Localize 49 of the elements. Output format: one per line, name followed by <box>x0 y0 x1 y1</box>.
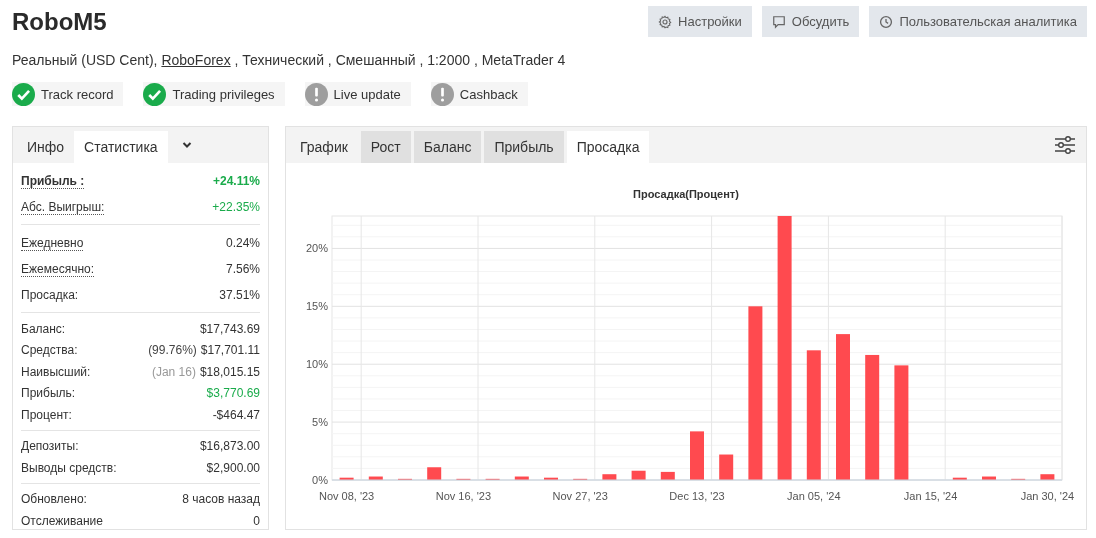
stat-label: Просадка: <box>21 288 79 302</box>
stat-value: $16,873.00 <box>199 439 260 454</box>
stat-value: 37.51% <box>219 288 260 302</box>
stat-label: Процент: <box>21 407 72 422</box>
status-badge: Live update <box>304 82 411 106</box>
stat-label: Прибыль : <box>21 173 85 189</box>
stat-value: $17,743.69 <box>199 321 260 336</box>
status-badge: Trading privileges <box>143 82 285 106</box>
stat-value: -$464.47 <box>212 407 260 422</box>
stat-label: Депозиты: <box>21 439 79 454</box>
x-axis-label: Nov 08, '23 <box>318 490 375 502</box>
y-axis-label: 0% <box>312 474 328 486</box>
stat-value: 0 <box>253 513 260 528</box>
stat-value: $17,701.11 <box>200 343 260 358</box>
stat-value: +24.11% <box>212 174 260 188</box>
stat-value: +22.35% <box>212 200 260 214</box>
stat-label: Абс. Выигрыш: <box>21 199 105 215</box>
stat-value: $3,770.69 <box>206 386 260 401</box>
stat-note: (Jan 16) <box>151 364 196 379</box>
stat-label: Отслеживание <box>21 513 103 528</box>
stat-value: 8 часов назад <box>182 492 260 507</box>
stat-value: $18,015.15 <box>199 364 260 379</box>
y-axis-label: 10% <box>305 358 328 371</box>
stat-value: $2,900.00 <box>206 460 260 475</box>
stat-value: 0.24% <box>225 236 260 250</box>
stat-value: 7.56% <box>225 262 260 276</box>
stat-note: (99.76%) <box>148 343 197 358</box>
x-axis-label: Jan 30, '24 <box>1020 490 1075 502</box>
page-title: RoboM5 <box>12 7 107 36</box>
status-badge: Track record <box>12 82 124 106</box>
stat-label: Ежемесячно: <box>21 261 94 277</box>
x-axis-label: Dec 13, '23 <box>669 490 725 502</box>
stat-label: Прибыль: <box>21 386 76 401</box>
status-badge: Cashback <box>430 82 528 106</box>
stat-label: Наивысший: <box>21 364 91 379</box>
stat-label: Ежедневно <box>21 235 84 251</box>
stat-label: Баланс: <box>21 321 66 336</box>
chart-title: Просадка(Процент) <box>633 188 739 200</box>
stat-label: Выводы средств: <box>21 460 117 475</box>
stat-label: Средства: <box>21 343 78 358</box>
x-axis-label: Jan 05, '24 <box>787 490 841 502</box>
stat-label: Обновлено: <box>21 492 87 507</box>
y-axis-label: 15% <box>305 300 328 313</box>
x-axis-label: Nov 16, '23 <box>435 490 492 502</box>
y-axis-label: 5% <box>312 416 328 429</box>
x-axis-label: Nov 27, '23 <box>552 490 608 502</box>
account-details: Реальный (USD Cent), RoboForex , Технический , Смешанный , 1:2000 , MetaTrader 4 <box>12 52 567 68</box>
y-axis-label: 20% <box>305 242 328 255</box>
x-axis-label: Jan 15, '24 <box>903 490 958 502</box>
